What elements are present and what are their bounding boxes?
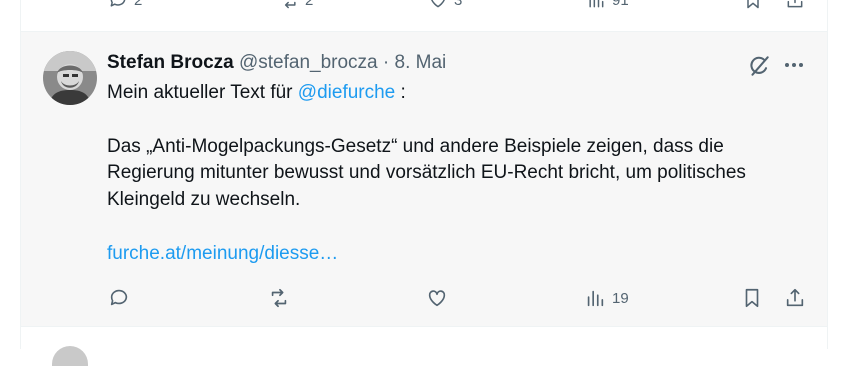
tweet-date[interactable]: 8. Mai — [395, 52, 447, 73]
reply-button[interactable]: 2 — [108, 0, 142, 10]
grok-icon — [750, 56, 769, 76]
author-handle[interactable]: @stefan_brocza — [239, 52, 378, 73]
avatar[interactable] — [43, 51, 97, 105]
like-icon — [428, 290, 446, 307]
next-tweet[interactable] — [21, 327, 827, 366]
retweet-icon — [284, 1, 296, 9]
tweet-paragraph: Das „Anti-Mogelpackungs-Gesetz“ und ande… — [107, 135, 746, 211]
next-avatar[interactable] — [52, 346, 88, 366]
timeline-column: 2 2 3 91 Stefan Brocza @stefan_brocza · … — [20, 0, 828, 366]
views-icon — [589, 0, 604, 8]
views-button[interactable]: 91 — [586, 0, 629, 10]
tweet-text: Mein aktueller Text für @diefurche : Das… — [107, 80, 797, 268]
tweet-header: Stefan Brocza @stefan_brocza · 8. Mai — [107, 52, 446, 74]
bookmark-button[interactable] — [743, 0, 763, 10]
retweet-count: 2 — [305, 0, 314, 9]
author-name[interactable]: Stefan Brocza — [107, 52, 234, 73]
previous-tweet[interactable]: 2 2 3 91 — [21, 0, 827, 32]
bookmark-button[interactable] — [741, 287, 763, 309]
more-button[interactable] — [783, 55, 805, 80]
retweet-icon — [271, 288, 287, 308]
like-count: 3 — [454, 0, 463, 9]
reply-icon — [110, 289, 128, 306]
like-icon — [431, 0, 445, 8]
tweet-colon: : — [400, 82, 406, 103]
share-button[interactable] — [784, 287, 806, 309]
share-button[interactable] — [785, 0, 805, 10]
views-icon — [587, 290, 604, 307]
bookmark-icon — [745, 288, 759, 308]
separator-dot: · — [382, 52, 390, 73]
bookmark-icon — [747, 0, 759, 9]
more-icon — [785, 63, 803, 67]
mention-link[interactable]: @diefurche — [298, 82, 395, 103]
retweet-button[interactable]: 2 — [279, 0, 313, 10]
article-link[interactable]: furche.at/meinung/diesse… — [107, 243, 338, 264]
share-icon — [786, 288, 804, 307]
tweet-card[interactable]: Stefan Brocza @stefan_brocza · 8. Mai Me… — [21, 32, 827, 327]
tweet-intro-text: Mein aktueller Text für — [107, 82, 293, 103]
share-icon — [787, 0, 803, 8]
reply-count: 2 — [134, 0, 143, 9]
retweet-button[interactable] — [268, 287, 290, 309]
views-count: 91 — [612, 0, 629, 9]
like-button[interactable] — [426, 287, 448, 309]
reply-icon — [110, 0, 126, 7]
views-button[interactable]: 19 — [584, 287, 629, 309]
views-count: 19 — [612, 289, 629, 307]
avatar-photo — [43, 51, 97, 105]
reply-button[interactable] — [108, 287, 130, 309]
like-button[interactable]: 3 — [428, 0, 462, 10]
